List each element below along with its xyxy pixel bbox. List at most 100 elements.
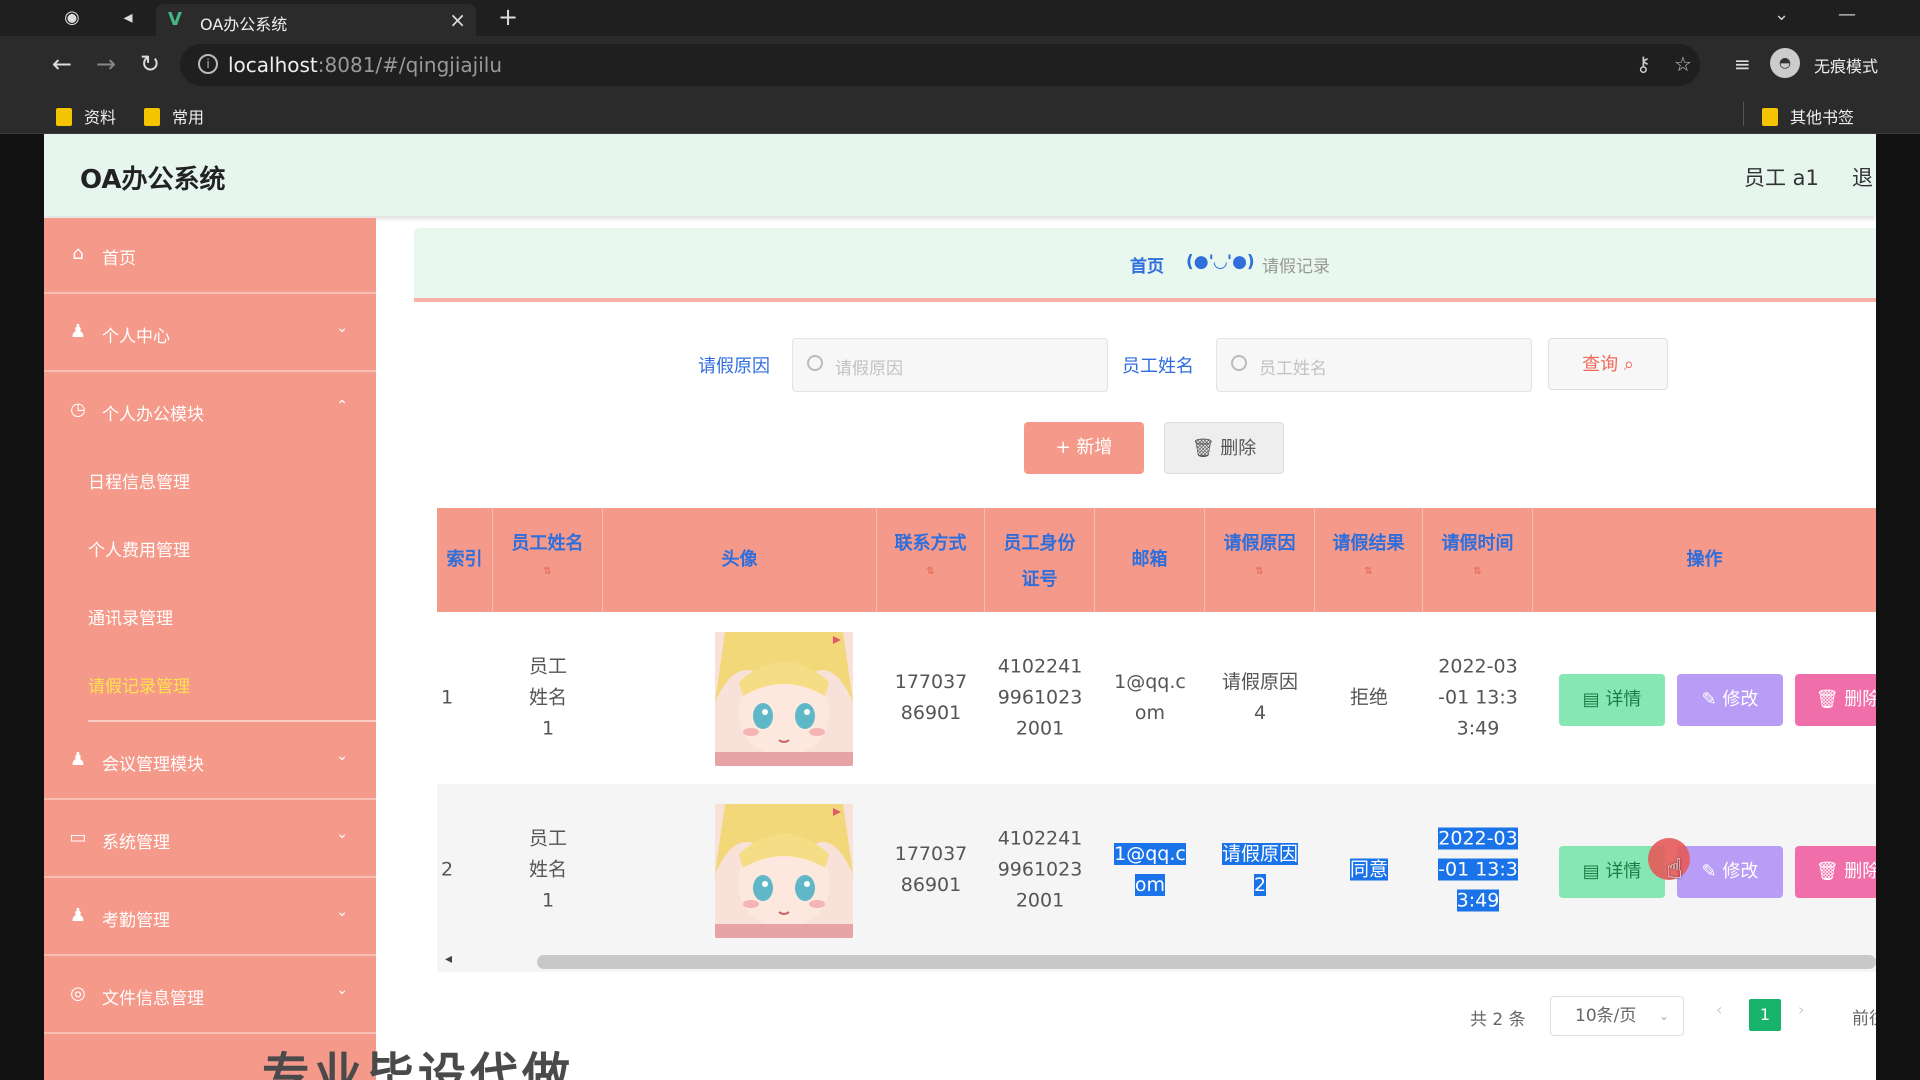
sidebar-subitem-expenses[interactable]: 个人费用管理 [88,536,190,576]
breadcrumb-home[interactable]: 首页 [1130,252,1164,277]
sidebar-item-files[interactable]: ◎ 文件信息管理 ⌄ [44,958,376,1034]
document-icon: ▤ [1582,861,1600,882]
horizontal-scrollbar[interactable]: ◂ [437,950,1876,972]
cell-reason: 请假原因2 [1205,784,1315,956]
cell-email: 1@qq.com [1095,784,1205,956]
column-header[interactable]: 员工身份证号 [985,508,1095,612]
search-icon [807,355,823,371]
sidebar-item-attendance[interactable]: ♟ 考勤管理 ⌄ [44,880,376,956]
sidebar-item-system[interactable]: ▭ 系统管理 ⌄ [44,802,376,878]
column-header[interactable]: 请假原因 ⇅ [1205,508,1315,612]
folder-icon [56,108,72,126]
star-icon[interactable]: ☆ [1674,52,1692,76]
column-header[interactable]: 联系方式 ⇅ [877,508,985,612]
sidebar-item-personal-center[interactable]: ♟ 个人中心 ⌄ [44,296,376,372]
query-button[interactable]: 查询 ⌕ [1548,338,1668,390]
sidebar-item-meetings[interactable]: ♟ 会议管理模块 ⌄ [44,724,376,800]
column-header: 操作 [1686,549,1723,570]
sort-icon[interactable]: ⇅ [493,566,602,577]
reason-search-input[interactable]: 请假原因 [792,338,1108,392]
sidebar-item-label: 个人中心 [102,327,170,347]
sidebar-subitem-contacts[interactable]: 通讯录管理 [88,604,173,644]
speaker-icon[interactable]: ◂ [116,6,140,30]
reading-list-icon[interactable]: ≡ [1734,50,1751,78]
other-bookmarks[interactable]: 其他书签 [1762,104,1854,128]
scrollbar-thumb[interactable] [537,955,1876,969]
logout-link[interactable]: 退 [1852,162,1873,192]
sidebar-item-label: 个人办公模块 [102,405,204,425]
sidebar: ⌂ 首页 ♟ 个人中心 ⌄ ◷ 个人办公模块 ⌃ 日程信息管理 个人费用管理 通… [44,218,376,1080]
clock-icon: ◷ [70,399,86,420]
bookmark-label: 资料 [84,108,117,127]
avatar [715,804,853,938]
page-number[interactable]: 1 [1749,999,1781,1031]
other-bookmarks-label: 其他书签 [1790,108,1855,127]
address-bar[interactable]: i localhost:8081/#/qingjiajilu ⚷ ☆ [180,44,1700,86]
name-search-input[interactable]: 员工姓名 [1216,338,1532,392]
breadcrumb-current: 请假记录 [1262,257,1330,277]
tab-title: OA办公系统 [200,15,288,34]
pencil-icon: ✎ [1701,689,1717,710]
chevron-down-icon: ⌄ [336,904,348,920]
new-tab-button[interactable]: + [498,3,518,31]
cell-phone: 17703786901 [894,671,968,724]
trash-icon: 🗑 [1191,438,1215,459]
delete-button[interactable]: 🗑 删除 [1795,674,1876,726]
app-title: OA办公系统 [80,165,226,195]
forward-icon[interactable]: → [96,50,116,78]
reload-icon[interactable]: ↻ [140,50,160,78]
key-icon[interactable]: ⚷ [1636,52,1651,76]
add-button[interactable]: + 新增 [1024,422,1144,474]
back-icon[interactable]: ← [52,50,72,78]
edit-button[interactable]: ✎ 修改 [1677,674,1783,726]
prev-page-icon[interactable]: ‹ [1716,1000,1722,1019]
url-text[interactable]: localhost:8081/#/qingjiajilu [228,53,502,77]
sort-icon[interactable]: ⇅ [1315,566,1422,577]
bookmark-label: 常用 [172,108,205,127]
sort-icon[interactable]: ⇅ [877,566,984,577]
cell-result: 同意 [1315,784,1423,956]
sort-icon[interactable]: ⇅ [1423,566,1532,577]
selected-text: 同意 [1349,858,1388,881]
sidebar-subitem-leave-records[interactable]: 请假记录管理 [88,672,190,712]
column-header[interactable]: 请假时间 ⇅ [1423,508,1533,612]
column-header[interactable]: 员工姓名 ⇅ [493,508,603,612]
detail-button[interactable]: ▤ 详情 [1559,674,1665,726]
cell-phone: 17703786901 [894,843,968,896]
delete-button[interactable]: 🗑 删除 [1795,846,1876,898]
site-info-icon[interactable]: i [198,54,218,74]
column-header[interactable]: 索引 [437,508,493,612]
document-icon: ▤ [1582,689,1600,710]
bookmark-folder[interactable]: 常用 [144,104,204,128]
profile-label: 无痕模式 [1814,57,1879,76]
page-size-select[interactable]: 10条/页 ⌄ [1550,996,1684,1036]
tab-close-icon[interactable]: × [449,8,466,32]
sort-icon[interactable]: ⇅ [1205,566,1314,577]
chevron-down-icon: ⌄ [336,826,348,842]
sidebar-item-personal-office[interactable]: ◷ 个人办公模块 ⌃ [44,374,376,450]
bookmark-folder[interactable]: 资料 [56,104,116,128]
batch-delete-button[interactable]: 🗑 删除 [1164,422,1284,474]
tab-active[interactable]: V OA办公系统 × [156,4,476,36]
globe-icon[interactable]: ◉ [60,6,84,30]
next-page-icon[interactable]: › [1798,1000,1804,1019]
table-row[interactable]: 1 员工姓名1 17703786901 410224199610232001 1… [437,612,1876,784]
sidebar-subitem-schedule[interactable]: 日程信息管理 [88,468,190,508]
cell-idcard: 410224199610232001 [997,827,1083,912]
edit-button[interactable]: ✎ 修改 [1677,846,1783,898]
name-placeholder: 员工姓名 [1259,359,1327,379]
column-header[interactable]: 请假结果 ⇅ [1315,508,1423,612]
scroll-left-icon[interactable]: ◂ [445,951,452,967]
bookmark-separator [1743,102,1744,126]
cell-index: 1 [440,686,454,709]
user-icon: ♟ [69,905,87,926]
minimize-icon[interactable]: — [1838,4,1856,25]
tab-search-icon[interactable]: ⌄ [1774,4,1789,25]
incognito-profile[interactable]: ◓ 无痕模式 [1770,46,1920,82]
search-icon [1231,355,1247,371]
url-host: localhost [228,53,318,77]
column-header[interactable]: 头像 [603,508,877,612]
column-header[interactable]: 邮箱 [1095,508,1205,612]
selected-text: 2022-03-01 13:33:49 [1438,827,1518,912]
sidebar-item-home[interactable]: ⌂ 首页 [44,218,376,294]
